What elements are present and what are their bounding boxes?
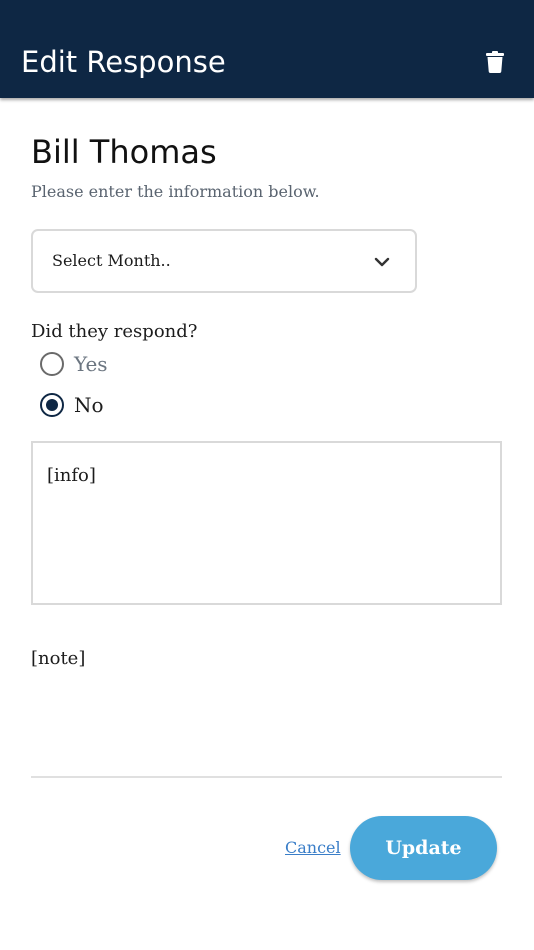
chevron-down-icon — [374, 257, 390, 267]
radio-label-yes: Yes — [74, 352, 108, 376]
person-name: Bill Thomas — [31, 133, 217, 171]
divider — [31, 776, 502, 778]
info-textarea[interactable]: [info] — [31, 441, 502, 605]
radio-button-yes[interactable] — [40, 352, 64, 376]
instructions-text: Please enter the information below. — [31, 182, 320, 201]
delete-button[interactable] — [478, 44, 512, 80]
radio-option-yes[interactable]: Yes — [40, 349, 108, 379]
month-select[interactable]: Select Month.. — [31, 229, 417, 293]
radio-option-no[interactable]: No — [40, 390, 104, 420]
info-text-value: [info] — [47, 465, 96, 486]
trash-icon — [486, 51, 504, 73]
month-select-value: Select Month.. — [52, 251, 171, 270]
update-button[interactable]: Update — [350, 816, 497, 880]
note-text: [note] — [31, 648, 86, 669]
cancel-link[interactable]: Cancel — [285, 836, 341, 860]
radio-label-no: No — [74, 393, 104, 417]
response-question: Did they respond? — [31, 321, 198, 342]
app-header: Edit Response — [0, 0, 534, 98]
page-title: Edit Response — [21, 45, 226, 79]
radio-button-no[interactable] — [40, 393, 64, 417]
